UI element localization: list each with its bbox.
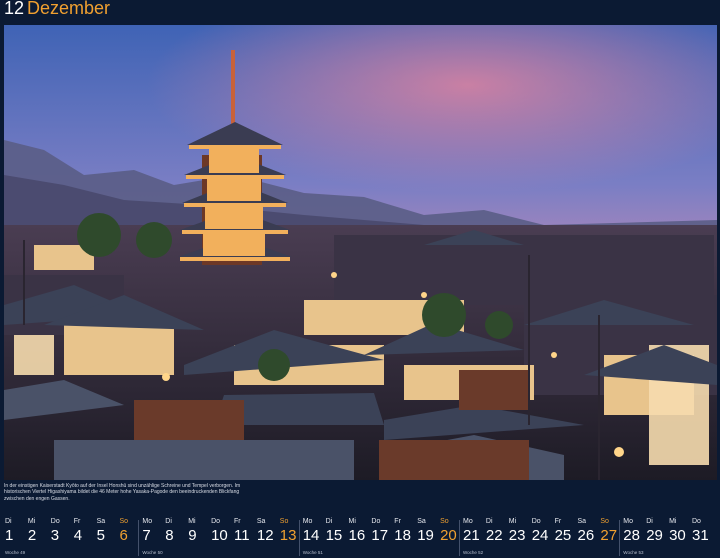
calendar-day: Di 22 — [483, 518, 508, 558]
day-number: 15 — [325, 527, 343, 544]
day-number: 16 — [348, 527, 366, 544]
day-of-week-label: Mo — [302, 518, 313, 525]
calendar-day: Mi 30 — [666, 518, 691, 558]
day-number: 9 — [188, 527, 197, 544]
month-number: 12 — [4, 0, 25, 18]
day-number: 20 — [440, 527, 457, 544]
calendar-day: Mi 23 — [506, 518, 531, 558]
calendar-day: Do 17 — [368, 518, 393, 558]
day-of-week-label: So — [440, 518, 449, 525]
week-divider — [619, 520, 621, 556]
day-of-week-label: Di — [5, 518, 12, 525]
week-number-label: Woche 51 — [302, 550, 323, 555]
day-number: 12 — [256, 527, 274, 544]
day-number: 19 — [417, 527, 434, 544]
day-of-week-label: Mi — [27, 518, 36, 525]
calendar-day: Mi 2 — [25, 518, 50, 558]
month-name: Dezember — [27, 0, 111, 18]
day-number: 10 — [211, 527, 228, 544]
day-number: 11 — [234, 527, 250, 544]
calendar-day: Di 29 — [643, 518, 668, 558]
day-of-week-label: Fr — [73, 518, 81, 525]
calendar-day: Mi 9 — [185, 518, 210, 558]
day-of-week-label: Sa — [256, 518, 266, 525]
day-number: 5 — [96, 527, 105, 544]
day-of-week-label: Mi — [669, 518, 677, 525]
week-divider — [298, 520, 300, 556]
calendar-header: 12 Dezember — [0, 0, 720, 24]
day-of-week-label: Fr — [554, 518, 562, 525]
day-of-week-label: Mo — [142, 518, 153, 525]
calendar-day: Do 24 — [529, 518, 554, 558]
calendar-day: Di 8 — [162, 518, 187, 558]
week-number-label: Woche 50 — [142, 550, 163, 555]
day-number: 8 — [165, 527, 174, 544]
day-of-week-label: Fr — [394, 518, 401, 525]
day-of-week-label: So — [119, 518, 129, 525]
day-of-week-label: Do — [50, 518, 60, 525]
day-number: 24 — [531, 527, 549, 544]
day-number: 26 — [577, 527, 595, 544]
day-of-week-label: Sa — [96, 518, 106, 525]
day-number: 1 — [5, 527, 14, 544]
day-of-week-label: Mo — [623, 518, 634, 525]
day-number: 6 — [119, 527, 128, 544]
day-of-week-label: Di — [165, 518, 172, 525]
calendar-day: Sa 5 — [94, 518, 119, 558]
day-number: 2 — [27, 527, 37, 544]
calendar-grid: Di 1 Mi 2 Do 3 Fr 4 Sa 5 So 6 Mo 7 Di 8 Mi 9 Do 10 Fr 11 Sa 12 S… — [0, 518, 720, 558]
week-divider — [138, 520, 140, 556]
day-number: 23 — [508, 527, 526, 544]
day-of-week-label: Mi — [188, 518, 196, 525]
calendar-day: Do 10 — [208, 518, 233, 558]
day-number: 31 — [692, 527, 709, 544]
calendar-day: Di 15 — [323, 518, 348, 558]
day-of-week-label: Do — [211, 518, 221, 525]
day-number: 30 — [669, 527, 686, 544]
day-number: 17 — [371, 527, 389, 544]
calendar-day: Mi 16 — [346, 518, 371, 558]
calendar-day: Fr 18 — [391, 518, 416, 558]
day-of-week-label: Di — [325, 518, 333, 525]
day-of-week-label: So — [600, 518, 609, 525]
day-of-week-label: Do — [531, 518, 541, 525]
day-number: 13 — [279, 527, 297, 544]
photo-caption: In der einstigen Kaiserstadt Kyōto auf d… — [4, 483, 241, 502]
day-of-week-label: Mi — [348, 518, 356, 525]
day-of-week-label: So — [279, 518, 289, 525]
day-of-week-label: Sa — [417, 518, 426, 525]
calendar-day: Fr 11 — [231, 518, 256, 558]
day-number: 4 — [73, 527, 83, 544]
calendar-day: Do 31 — [689, 518, 714, 558]
day-of-week-label: Mo — [463, 518, 473, 525]
day-number: 27 — [600, 527, 618, 544]
calendar-day: Fr 25 — [552, 518, 577, 558]
day-number: 3 — [50, 527, 60, 544]
day-number: 18 — [394, 527, 411, 544]
pagoda-cityscape-image — [4, 25, 717, 480]
calendar-day: Sa 19 — [414, 518, 439, 558]
day-number: 22 — [485, 527, 503, 544]
day-of-week-label: Do — [371, 518, 381, 525]
calendar-day: Do 3 — [48, 518, 73, 558]
day-of-week-label: Di — [646, 518, 653, 525]
week-divider — [459, 520, 460, 556]
day-number: 21 — [463, 527, 480, 544]
week-number-label: Woche 53 — [623, 550, 644, 555]
day-of-week-label: Mi — [508, 518, 517, 525]
day-number: 29 — [646, 527, 663, 544]
day-number: 25 — [554, 527, 572, 544]
day-number: 7 — [142, 527, 151, 544]
day-number: 14 — [302, 527, 320, 544]
day-of-week-label: Do — [692, 518, 701, 525]
day-of-week-label: Di — [485, 518, 493, 525]
day-of-week-label: Fr — [234, 518, 241, 525]
calendar-day: Sa 26 — [575, 518, 600, 558]
week-number-label: Woche 49 — [5, 550, 26, 555]
week-number-label: Woche 52 — [463, 550, 484, 555]
day-number: 28 — [623, 527, 640, 544]
calendar-day: Sa 12 — [254, 518, 279, 558]
calendar-day: Fr 4 — [71, 518, 96, 558]
day-of-week-label: Sa — [577, 518, 587, 525]
